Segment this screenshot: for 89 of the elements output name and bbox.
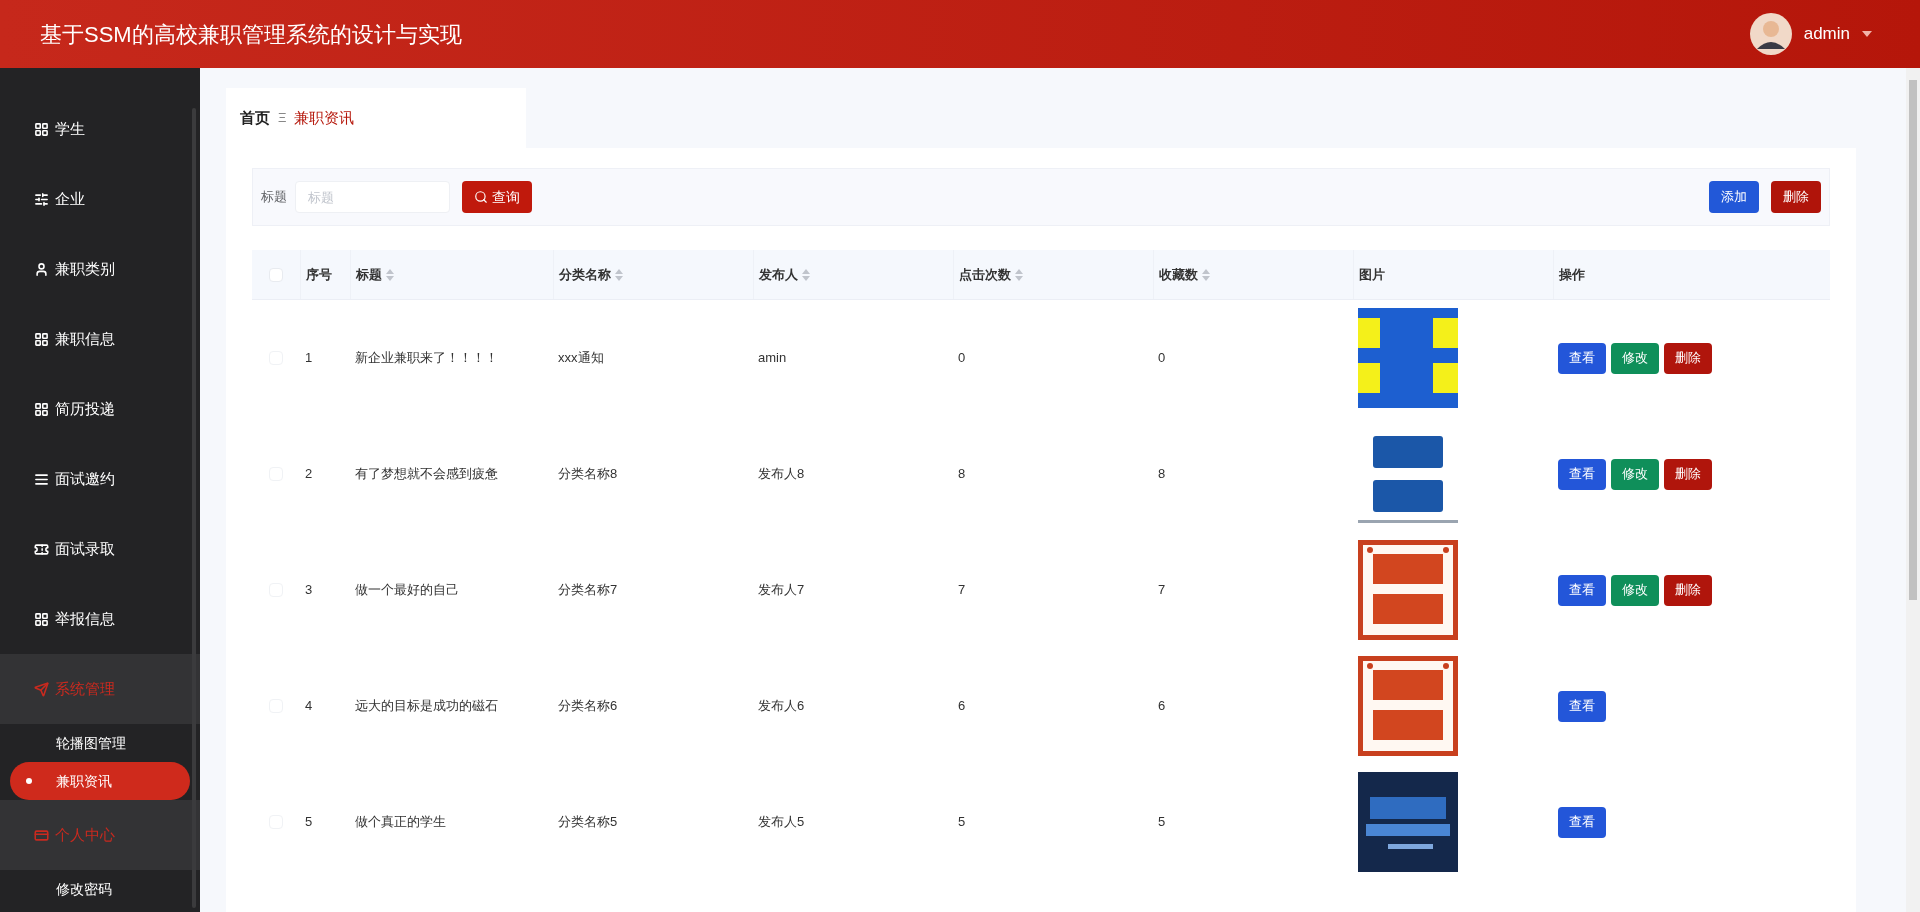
sidebar-item[interactable]: 简历投递 bbox=[0, 374, 200, 444]
edit-button[interactable]: 修改 bbox=[1611, 458, 1659, 490]
submenu-item[interactable]: 修改密码 bbox=[10, 870, 190, 908]
table-cell: 8 bbox=[958, 466, 966, 482]
add-button[interactable]: 添加 bbox=[1709, 181, 1759, 213]
table-cell: 5 bbox=[1158, 814, 1166, 830]
table-cell: 0 bbox=[1158, 350, 1166, 366]
grid-icon bbox=[34, 121, 49, 137]
ticket-icon bbox=[34, 541, 49, 557]
sort-icon[interactable] bbox=[1202, 268, 1210, 281]
table-cell: xxx通知 bbox=[558, 350, 604, 366]
breadcrumb-home[interactable]: 首页 bbox=[240, 106, 270, 130]
column-header[interactable]: 发布人 bbox=[759, 264, 810, 285]
table-cell: 发布人5 bbox=[758, 814, 805, 830]
paper-plane-icon bbox=[34, 681, 49, 697]
user-icon bbox=[34, 261, 49, 277]
view-button[interactable]: 查看 bbox=[1558, 806, 1606, 838]
column-header[interactable]: 分类名称 bbox=[559, 264, 623, 285]
scrollbar[interactable] bbox=[1906, 68, 1920, 912]
table-cell: 分类名称6 bbox=[558, 698, 618, 714]
breadcrumb-separator: Ξ bbox=[278, 109, 287, 128]
edit-button[interactable]: 修改 bbox=[1611, 574, 1659, 606]
table-cell: 分类名称5 bbox=[558, 814, 618, 830]
table-cell: 做个真正的学生 bbox=[355, 814, 446, 830]
sidebar-item[interactable]: 企业 bbox=[0, 164, 200, 234]
table-cell: 做一个最好的自己 bbox=[355, 582, 459, 598]
avatar[interactable] bbox=[1749, 13, 1792, 55]
sort-icon[interactable] bbox=[1015, 268, 1023, 281]
view-button[interactable]: 查看 bbox=[1558, 342, 1606, 374]
submenu-item[interactable]: 轮播图管理 bbox=[10, 724, 190, 762]
edit-button[interactable]: 修改 bbox=[1611, 342, 1659, 374]
table-cell: 发布人8 bbox=[758, 466, 805, 482]
search-label: 标题 bbox=[261, 188, 287, 207]
submenu-item[interactable]: 兼职资讯 bbox=[10, 762, 190, 800]
column-header[interactable]: 标题 bbox=[356, 264, 394, 285]
sort-icon[interactable] bbox=[615, 268, 623, 281]
view-button[interactable]: 查看 bbox=[1558, 574, 1606, 606]
column-header: 序号 bbox=[306, 265, 332, 284]
caret-icon[interactable] bbox=[1862, 31, 1872, 37]
view-button[interactable]: 查看 bbox=[1558, 690, 1606, 722]
sidebar-item[interactable]: 举报信息 bbox=[0, 584, 200, 654]
table-cell: 有了梦想就不会感到疲惫 bbox=[355, 466, 498, 482]
table-cell: 2 bbox=[305, 466, 313, 482]
list-icon bbox=[34, 471, 49, 487]
card-icon bbox=[34, 827, 49, 843]
table-cell: 8 bbox=[1158, 466, 1166, 482]
table-cell: 5 bbox=[305, 814, 313, 830]
table-cell: 远大的目标是成功的磁石 bbox=[355, 698, 498, 714]
grid-icon bbox=[34, 331, 49, 347]
app-title: 基于SSM的高校兼职管理系统的设计与实现 bbox=[40, 20, 462, 49]
table-cell: 发布人6 bbox=[758, 698, 805, 714]
delete-button[interactable]: 删除 bbox=[1664, 574, 1712, 606]
table-cell: 分类名称8 bbox=[558, 466, 618, 482]
table-cell: 新企业兼职来了！！！！ bbox=[355, 350, 498, 366]
delete-button[interactable]: 删除 bbox=[1664, 342, 1712, 374]
grid-icon bbox=[34, 401, 49, 417]
table-cell: 6 bbox=[958, 698, 966, 714]
column-header[interactable]: 收藏数 bbox=[1159, 264, 1210, 285]
view-button[interactable]: 查看 bbox=[1558, 458, 1606, 490]
sidebar-item[interactable]: 兼职信息 bbox=[0, 304, 200, 374]
column-header: 图片 bbox=[1359, 265, 1385, 284]
sidebar-item[interactable]: 兼职类别 bbox=[0, 234, 200, 304]
table-cell: amin bbox=[758, 350, 787, 366]
table-cell: 4 bbox=[305, 698, 313, 714]
column-header: 操作 bbox=[1559, 265, 1585, 284]
user-name[interactable]: admin bbox=[1803, 21, 1850, 47]
delete-button[interactable]: 删除 bbox=[1771, 181, 1821, 213]
search-icon bbox=[474, 190, 488, 204]
sort-icon[interactable] bbox=[386, 268, 394, 281]
table-cell: 6 bbox=[1158, 698, 1166, 714]
search-field[interactable]: 标题 bbox=[295, 181, 450, 213]
grid-icon bbox=[34, 611, 49, 627]
sliders-icon bbox=[34, 191, 49, 207]
sidebar-item[interactable]: 学生 bbox=[0, 94, 200, 164]
breadcrumb-current[interactable]: 兼职资讯 bbox=[294, 106, 355, 130]
sidebar-item[interactable]: 面试邀约 bbox=[0, 444, 200, 514]
table-cell: 5 bbox=[958, 814, 966, 830]
delete-button[interactable]: 删除 bbox=[1664, 458, 1712, 490]
column-header[interactable]: 点击次数 bbox=[959, 264, 1023, 285]
table-cell: 发布人7 bbox=[758, 582, 805, 598]
table-cell: 1 bbox=[305, 350, 313, 366]
sort-icon[interactable] bbox=[802, 268, 810, 281]
sidebar-item[interactable]: 面试录取 bbox=[0, 514, 200, 584]
table-cell: 7 bbox=[1158, 582, 1166, 598]
table-cell: 7 bbox=[958, 582, 966, 598]
table-cell: 分类名称7 bbox=[558, 582, 618, 598]
table-cell: 0 bbox=[958, 350, 966, 366]
table-cell: 3 bbox=[305, 582, 313, 598]
query-button[interactable]: 查询 bbox=[462, 181, 532, 213]
